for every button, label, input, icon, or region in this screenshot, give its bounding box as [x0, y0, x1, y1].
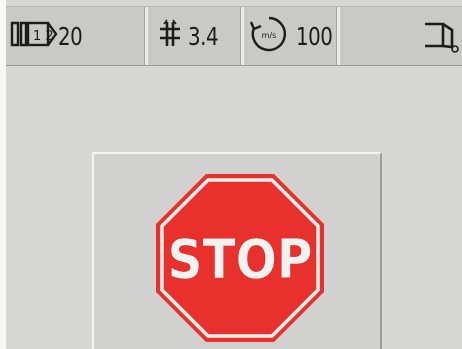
speed-setting-button[interactable]: m/s 100 — [244, 7, 340, 65]
step-counter-value: 20 — [58, 21, 83, 51]
svg-text:m/s: m/s — [262, 31, 277, 40]
stop-alert-panel: STOP — [92, 152, 382, 349]
step-counter-button[interactable]: 1 2 20 — [6, 7, 148, 65]
double-step-icon: 1 2 — [10, 18, 58, 54]
hash-gap-icon — [158, 18, 182, 54]
svg-text:1 2: 1 2 — [33, 29, 54, 44]
stop-sign: STOP — [156, 174, 324, 342]
speed-setting-value: 100 — [296, 21, 333, 51]
gap-setting-button[interactable]: 3.4 — [148, 7, 244, 65]
gap-setting-value: 3.4 — [188, 21, 219, 51]
status-toolbar: 1 2 20 3.4 m/s 100 — [6, 6, 462, 66]
exit-door-icon — [422, 14, 460, 58]
rotation-speed-icon: m/s — [248, 13, 290, 59]
exit-button[interactable] — [340, 7, 462, 65]
stop-sign-label: STOP — [167, 228, 312, 291]
